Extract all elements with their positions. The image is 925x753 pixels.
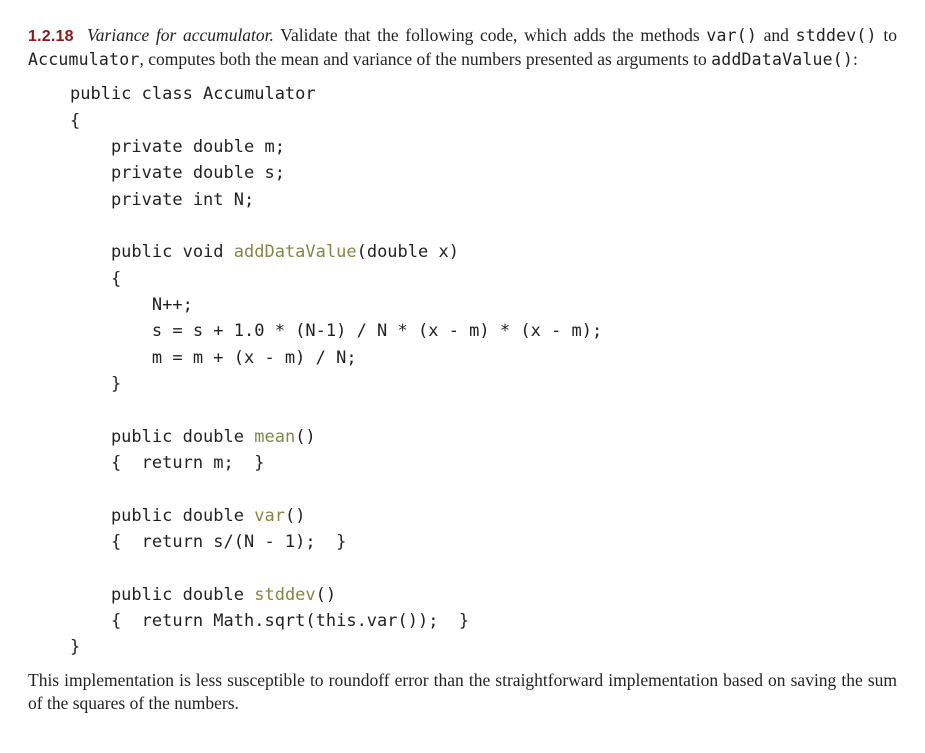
method-name-mean: mean: [254, 427, 295, 447]
code-line: (): [316, 585, 336, 605]
class-accumulator: Accumulator: [28, 50, 139, 69]
code-line: {: [70, 269, 121, 289]
code-line: {: [70, 111, 80, 131]
method-name-stddev: stddev: [254, 585, 315, 605]
code-line: }: [70, 374, 121, 394]
code-line: public void: [70, 242, 234, 262]
code-line: (double x): [357, 242, 459, 262]
code-line: public double: [70, 506, 254, 526]
code-listing: public class Accumulator { private doubl…: [70, 81, 897, 661]
method-stddev: stddev(): [796, 26, 877, 45]
method-adddatavalue: addDataValue(): [711, 50, 853, 69]
code-line: { return s/(N - 1); }: [70, 532, 346, 552]
closing-remark: This implementation is less susceptible …: [28, 669, 897, 716]
intro-text: , computes both the mean and variance of…: [139, 49, 711, 69]
method-name-var: var: [254, 506, 285, 526]
code-line: { return m; }: [70, 453, 264, 473]
code-line: private double s;: [70, 163, 285, 183]
code-line: }: [70, 637, 80, 657]
intro-text: to: [877, 25, 897, 45]
code-line: s = s + 1.0 * (N-1) / N * (x - m) * (x -…: [70, 321, 602, 341]
code-line: { return Math.sqrt(this.var()); }: [70, 611, 469, 631]
code-line: private int N;: [70, 190, 254, 210]
code-line: N++;: [70, 295, 193, 315]
code-line: (): [285, 506, 305, 526]
exercise-number: 1.2.18: [28, 28, 74, 45]
code-line: private double m;: [70, 137, 285, 157]
code-line: public double: [70, 427, 254, 447]
code-line: public class Accumulator: [70, 84, 316, 104]
exercise-title: Variance for accumulator.: [87, 25, 274, 45]
method-var: var(): [706, 26, 757, 45]
code-line: (): [295, 427, 315, 447]
intro-text: Validate that the following code, which …: [274, 25, 706, 45]
intro-text: :: [853, 49, 858, 69]
method-name-adddatavalue: addDataValue: [234, 242, 357, 262]
exercise-intro: 1.2.18 Variance for accumulator. Validat…: [28, 24, 897, 71]
intro-text: and: [757, 25, 796, 45]
code-line: m = m + (x - m) / N;: [70, 348, 357, 368]
code-line: public double: [70, 585, 254, 605]
